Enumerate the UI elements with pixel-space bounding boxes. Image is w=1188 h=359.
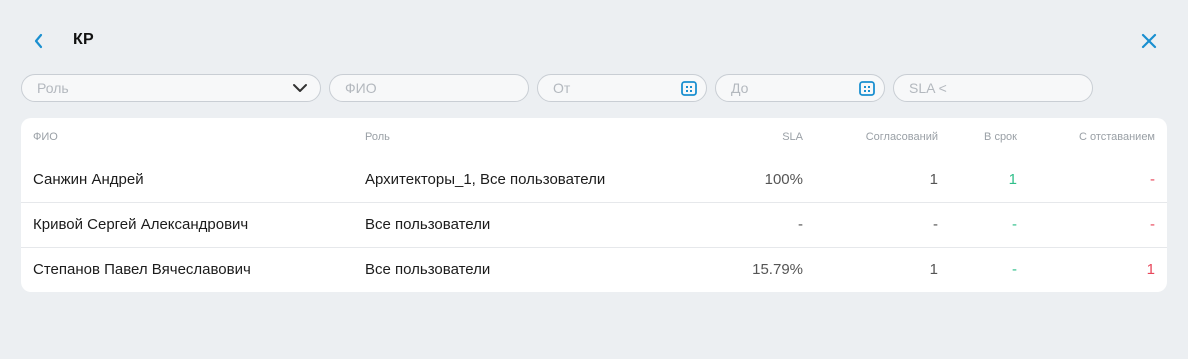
cell-late: -: [1150, 171, 1155, 188]
header: КР: [0, 0, 1188, 80]
cell-sla: 15.79%: [752, 261, 803, 278]
table-row[interactable]: Степанов Павел Вячеславович Все пользова…: [21, 247, 1167, 293]
back-button[interactable]: [29, 31, 49, 51]
cell-on-time: 1: [1008, 171, 1017, 188]
column-header-role[interactable]: Роль: [365, 131, 390, 143]
date-to-field: [715, 74, 885, 102]
cell-role: Все пользователи: [365, 216, 491, 233]
cell-late: -: [1150, 216, 1155, 233]
page-title: КР: [73, 31, 94, 48]
sla-input[interactable]: [909, 75, 1048, 101]
cell-sla: -: [798, 216, 803, 233]
cell-approvals: 1: [929, 261, 938, 278]
cell-on-time: -: [1012, 261, 1017, 278]
fio-field-wrapper: [329, 74, 529, 102]
cell-role: Архитекторы_1, Все пользователи: [365, 171, 606, 188]
cell-fio: Санжин Андрей: [33, 171, 144, 188]
column-header-late[interactable]: С отставанием: [1079, 131, 1155, 143]
cell-approvals: 1: [929, 171, 938, 188]
date-from-field: [537, 74, 707, 102]
calendar-icon[interactable]: [858, 79, 876, 97]
approvals-table: ФИО Роль SLA Согласований В срок С отста…: [21, 118, 1167, 292]
date-to-input[interactable]: [731, 75, 849, 101]
column-header-sla[interactable]: SLA: [782, 131, 803, 143]
cell-role: Все пользователи: [365, 261, 491, 278]
cell-approvals: -: [933, 216, 938, 233]
cell-fio: Степанов Павел Вячеславович: [33, 261, 251, 278]
cell-sla: 100%: [764, 171, 803, 188]
cell-on-time: -: [1012, 216, 1017, 233]
role-select[interactable]: Роль: [21, 74, 321, 102]
chevron-down-icon[interactable]: [291, 79, 309, 97]
table-row[interactable]: Санжин Андрей Архитекторы_1, Все пользов…: [21, 158, 1167, 203]
cell-late: 1: [1146, 261, 1155, 278]
sla-field-wrapper: [893, 74, 1093, 102]
table-row[interactable]: Кривой Сергей Александрович Все пользова…: [21, 202, 1167, 248]
close-button[interactable]: [1139, 31, 1159, 51]
role-select-placeholder: Роль: [37, 80, 69, 96]
filters-bar: Роль: [0, 74, 1188, 102]
cell-fio: Кривой Сергей Александрович: [33, 216, 249, 233]
column-header-approvals[interactable]: Согласований: [866, 131, 938, 143]
fio-input[interactable]: [345, 75, 484, 101]
close-icon: [1141, 33, 1157, 49]
column-header-on-time[interactable]: В срок: [984, 131, 1017, 143]
calendar-icon[interactable]: [680, 79, 698, 97]
column-header-fio[interactable]: ФИО: [33, 131, 58, 143]
date-from-input[interactable]: [553, 75, 671, 101]
chevron-left-icon: [34, 33, 43, 49]
